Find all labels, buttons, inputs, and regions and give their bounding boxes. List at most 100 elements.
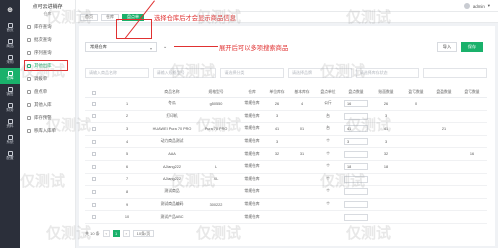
- avatar[interactable]: [463, 3, 470, 9]
- checkbox[interactable]: [92, 164, 96, 169]
- sub-menu-item[interactable]: 盘点单: [20, 85, 75, 98]
- rail-item-5[interactable]: 财务: [0, 100, 20, 116]
- checkbox[interactable]: [92, 152, 96, 157]
- column-header: 仓库: [248, 90, 256, 94]
- row-select-cell[interactable]: [85, 123, 103, 135]
- sub-menu-item[interactable]: 库存预警: [20, 111, 75, 124]
- rail-item-7[interactable]: 系统: [0, 132, 20, 148]
- count-input[interactable]: 3: [344, 138, 368, 146]
- next-page-button[interactable]: ›: [122, 230, 130, 237]
- expand-filter-icon[interactable]: ⌄: [163, 44, 167, 50]
- table-row[interactable]: 3 HUAWEI Pura 70 PRO Pura 70 PRO 常规仓库 41 01 台 4…: [85, 123, 487, 136]
- row-select-cell[interactable]: [85, 174, 103, 186]
- table-cell: 3: [341, 136, 371, 148]
- table-cell: [457, 136, 487, 148]
- sub-menu-item[interactable]: 序列查询: [20, 46, 75, 59]
- row-select-cell[interactable]: [85, 161, 103, 173]
- rail-item-0[interactable]: 首页: [0, 20, 20, 36]
- table-row[interactable]: 10 测试产品ABC 常规仓库: [85, 211, 487, 224]
- table-cell: [457, 186, 487, 198]
- rail-item-3[interactable]: 仓库: [0, 68, 20, 84]
- table-cell: [487, 199, 498, 211]
- table-row[interactable]: 9 测试商品编码 300222 常规仓库 个: [85, 199, 487, 212]
- menu-item-icon: [27, 76, 31, 81]
- table-cell: 测试商品: [164, 189, 180, 194]
- page-button[interactable]: 1: [112, 230, 120, 237]
- table-row[interactable]: 5 AAA 常规仓库 32 31 个 32 16: [85, 148, 487, 161]
- count-input[interactable]: [344, 201, 368, 209]
- checkbox[interactable]: [92, 189, 96, 194]
- table-row[interactable]: 1 冬瓜 g50550 常规仓库 26 4 公斤 16 26 0: [85, 98, 487, 111]
- filter-field[interactable]: 请输入商品名称: [85, 68, 149, 78]
- checkbox[interactable]: [92, 126, 96, 131]
- checkbox[interactable]: [92, 90, 96, 95]
- rail-item-2[interactable]: 采购: [0, 52, 20, 68]
- row-select-cell[interactable]: [85, 199, 103, 211]
- table-cell: [265, 174, 289, 186]
- count-input[interactable]: [344, 112, 368, 120]
- table-cell: [265, 161, 289, 173]
- prev-page-button[interactable]: ‹: [102, 230, 110, 237]
- count-input[interactable]: 18: [344, 163, 368, 171]
- table-cell: 41: [274, 126, 280, 131]
- filter-field[interactable]: 请选择分类: [220, 68, 285, 78]
- sub-menu-item[interactable]: 调拨单: [20, 72, 75, 85]
- page-size-select[interactable]: 10条/页: [132, 230, 155, 237]
- count-input[interactable]: [344, 150, 368, 158]
- row-select-cell[interactable]: [85, 98, 103, 110]
- filter-field[interactable]: 请输入规格型号: [152, 68, 217, 78]
- brand-subtitle: 仓库: [43, 11, 52, 16]
- table-cell: [431, 161, 457, 173]
- checkbox[interactable]: [92, 177, 96, 182]
- warehouse-select[interactable]: 常规仓库 ▾: [85, 42, 157, 52]
- table-cell: 常规仓库: [244, 189, 260, 194]
- filter-field[interactable]: 请选择库存状态: [355, 68, 420, 78]
- rail-item-8[interactable]: 配置: [0, 148, 20, 164]
- row-select-cell[interactable]: [85, 186, 103, 198]
- table-row[interactable]: 7 AJiang222 XL 常规仓库 个: [85, 174, 487, 187]
- row-select-cell[interactable]: [85, 111, 103, 123]
- user-area[interactable]: admin ▾: [463, 3, 490, 9]
- checkbox[interactable]: [92, 215, 96, 220]
- sub-menu-item[interactable]: 其他入库: [20, 98, 75, 111]
- rail-item-4[interactable]: 销售: [0, 84, 20, 100]
- checkbox[interactable]: [92, 139, 96, 144]
- table-row[interactable]: 8 测试商品 常规仓库 个: [85, 186, 487, 199]
- sub-menu-item[interactable]: 库存查询: [20, 20, 75, 33]
- row-select-cell[interactable]: [85, 211, 103, 223]
- count-input[interactable]: [344, 175, 368, 183]
- rail-item-1[interactable]: 商品: [0, 36, 20, 52]
- table-row[interactable]: 6 AJiang222 L 常规仓库 个 18 18: [85, 161, 487, 174]
- table-cell: 常规仓库: [244, 139, 260, 144]
- count-input[interactable]: 16: [344, 100, 368, 108]
- row-select-cell[interactable]: [85, 136, 103, 148]
- tab-item[interactable]: 首页: [80, 13, 98, 21]
- brand-title: 点可云进销存: [32, 4, 63, 10]
- chevron-down-icon[interactable]: ▾: [488, 3, 490, 9]
- user-name[interactable]: admin: [473, 4, 485, 9]
- count-input[interactable]: [344, 213, 368, 221]
- menu-item-icon: [27, 37, 31, 42]
- goods-table: 商品名称 规格型号 仓库 单位库存 基本库存 盘点单位 盘点数量 账面数量 盈亏数量 盘盈数量 盘亏…: [85, 88, 487, 224]
- count-input[interactable]: 41: [344, 125, 368, 133]
- save-button[interactable]: 保存: [461, 42, 483, 52]
- checkbox[interactable]: [92, 202, 96, 207]
- table-cell: [487, 123, 498, 135]
- import-button[interactable]: 导入: [437, 42, 457, 52]
- row-select-cell[interactable]: [85, 148, 103, 160]
- rail-item-6[interactable]: 资料: [0, 116, 20, 132]
- sub-menu-item[interactable]: 移库入库单: [20, 124, 75, 137]
- sub-menu-item[interactable]: 批次查询: [20, 33, 75, 46]
- table-row[interactable]: 4 动力商品测试 常规仓库 3 个 3 3: [85, 136, 487, 149]
- table-cell: [193, 148, 239, 160]
- sub-menu-item[interactable]: 其他出库: [23, 59, 69, 72]
- filter-field[interactable]: 请选择品牌: [288, 68, 352, 78]
- count-input[interactable]: [344, 188, 368, 196]
- filter-field[interactable]: [423, 68, 488, 78]
- table-row[interactable]: 2 打印机 常规仓库 3 台 3: [85, 111, 487, 124]
- menu-item-icon: [27, 89, 31, 94]
- table-cell: [457, 98, 487, 110]
- checkbox[interactable]: [92, 101, 96, 106]
- select-all-cell[interactable]: [85, 88, 103, 97]
- checkbox[interactable]: [92, 114, 96, 119]
